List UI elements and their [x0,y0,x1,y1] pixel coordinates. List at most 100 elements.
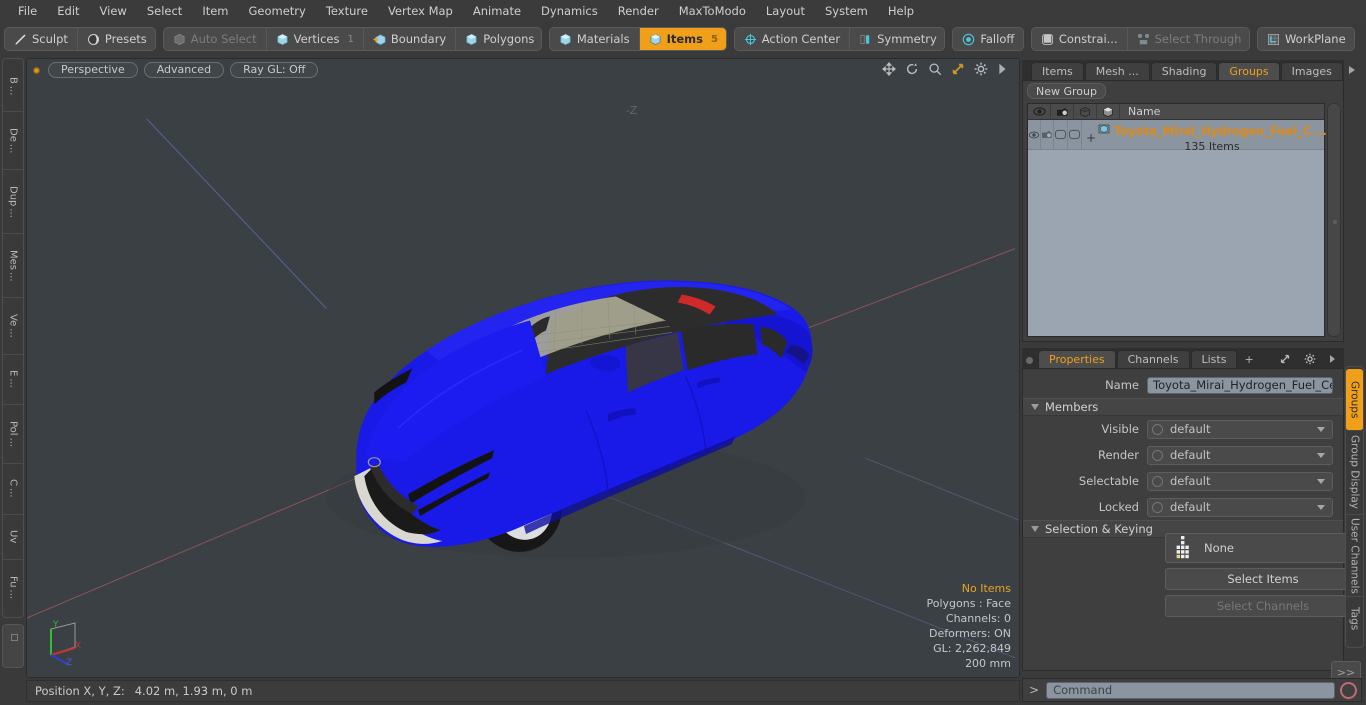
menu-item-animate[interactable]: Animate [463,2,531,20]
fit-icon[interactable] [951,62,965,76]
tab-images[interactable]: Images [1280,62,1343,80]
eye-icon[interactable] [1028,103,1051,120]
left-tab-duplicate[interactable]: Dup ... [3,170,23,235]
cube-shaded-icon[interactable] [1097,103,1120,120]
viewport-raygl-toggle[interactable]: Ray GL: Off [230,62,319,78]
menu-item-vertex-map[interactable]: Vertex Map [378,2,463,20]
row-camera-icon[interactable] [1041,120,1054,149]
zoom-icon[interactable] [928,62,942,76]
table-row[interactable]: + Toyota_Mirai_Hydrogen_Fuel_C ... 135 I… [1028,120,1327,154]
add-properties-tab-button[interactable]: + [1238,350,1259,368]
menu-item-dynamics[interactable]: Dynamics [531,2,608,20]
select-items-button[interactable]: Select Items [1165,568,1361,590]
boundary-button[interactable]: Boundary [364,28,457,50]
row-shaded-toggle[interactable] [1068,120,1082,149]
vertices-label: Vertices [293,32,340,46]
selectable-dropdown[interactable]: default [1147,471,1333,491]
left-tab-basic[interactable]: B ... [3,61,23,112]
menu-item-view[interactable]: View [90,2,137,20]
left-tab-vertex[interactable]: Ve ... [3,298,23,355]
falloff-button[interactable]: Falloff [953,28,1023,50]
select-through-button[interactable]: Select Through [1128,28,1249,50]
menu-item-render[interactable]: Render [608,2,669,20]
sculpt-button[interactable]: Sculpt [5,28,78,50]
cube-outline-icon[interactable] [1074,103,1097,120]
menu-item-edit[interactable]: Edit [47,2,89,20]
right-rail-arrow-icon[interactable] [1349,66,1355,74]
tab-channels[interactable]: Channels [1116,350,1190,368]
symmetry-button[interactable]: Symmetry [850,28,944,50]
viewport-menu-dot[interactable] [33,66,40,74]
presets-button[interactable]: Presets [78,28,155,50]
properties-popout-icon[interactable] [1273,350,1297,368]
gear-icon[interactable] [974,62,988,76]
left-tab-fusion[interactable]: Fu ... [3,560,23,615]
vertices-button[interactable]: Vertices 1 [267,28,364,50]
keying-set-dropdown[interactable]: None [1165,533,1361,563]
rotate-icon[interactable] [905,62,919,76]
viewport-scene[interactable]: -Z [27,59,1019,678]
left-tab-uv[interactable]: Uv [3,515,23,561]
constraint-button[interactable]: Constrai... [1032,28,1128,50]
left-tab-curve[interactable]: C ... [3,464,23,515]
menu-item-maxtomodo[interactable]: MaxToModo [669,2,756,20]
record-icon[interactable] [1340,681,1357,699]
locked-dropdown[interactable]: default [1147,497,1333,517]
menu-item-file[interactable]: File [8,2,47,20]
row-name-cell[interactable]: + Toyota_Mirai_Hydrogen_Fuel_C ... 135 I… [1082,120,1327,154]
menu-item-texture[interactable]: Texture [316,2,378,20]
command-input[interactable]: Command [1046,681,1335,699]
menu-item-geometry[interactable]: Geometry [239,2,316,20]
items-button[interactable]: Items 5 [639,28,726,50]
menu-item-system[interactable]: System [815,2,878,20]
left-tab-deform[interactable]: De ... [3,112,23,170]
materials-button[interactable]: Materials [550,28,640,50]
render-dropdown[interactable]: default [1147,445,1333,465]
camera-icon[interactable] [1051,103,1074,120]
workplane-button[interactable]: WorkPlane [1258,28,1354,50]
right-tab-user-channels[interactable]: User Channels [1346,515,1363,597]
tab-mesh[interactable]: Mesh ... [1084,62,1150,80]
left-tab-edge[interactable]: E ... [3,355,23,405]
visible-dropdown[interactable]: default [1147,419,1333,439]
name-field[interactable]: Toyota_Mirai_Hydrogen_Fuel_Cell_Vel [1147,376,1333,394]
menu-item-item[interactable]: Item [192,2,238,20]
tab-properties[interactable]: Properties [1038,350,1116,368]
select-channels-button[interactable]: Select Channels [1165,595,1361,617]
row-expand-toggle[interactable]: + [1086,131,1096,145]
groups-list[interactable]: Name + Toyota_Mirai_Hydrogen_Fuel_C ... … [1027,103,1327,337]
left-tab-mesh[interactable]: Mes ... [3,234,23,299]
menu-item-select[interactable]: Select [137,2,192,20]
groups-list-scrollbar[interactable] [1327,103,1341,337]
group-item-count: 135 Items [1184,140,1240,153]
menu-item-help[interactable]: Help [878,2,924,20]
properties-gear-icon[interactable] [1298,350,1322,368]
viewport-shading-mode[interactable]: Advanced [143,62,225,78]
viewport[interactable]: -Z Perspective Advanced Ray GL: Off No I… [26,58,1020,678]
action-center-label: Action Center [761,32,841,46]
menu-item-layout[interactable]: Layout [756,2,815,20]
viewport-view-mode[interactable]: Perspective [48,62,138,78]
polygons-button[interactable]: Polygons [456,28,541,50]
tab-shading[interactable]: Shading [1150,62,1218,80]
right-tab-tags[interactable]: Tags [1346,597,1363,641]
row-eye-icon[interactable] [1028,120,1041,149]
move-icon[interactable] [881,61,897,77]
auto-select-button[interactable]: Auto Select [164,28,267,50]
properties-panel-tabbar: Properties Channels Lists + [1022,348,1344,368]
right-tab-group-display[interactable]: Group Display [1346,431,1363,515]
tab-lists[interactable]: Lists [1190,350,1238,368]
new-group-button[interactable]: New Group [1027,83,1106,99]
properties-panel-menu-dot[interactable] [1026,357,1033,364]
left-tool-properties-box[interactable] [2,624,24,668]
left-tab-polygon[interactable]: Pol ... [3,405,23,464]
members-section-header[interactable]: Members [1023,398,1343,416]
tab-groups[interactable]: Groups [1218,62,1280,80]
row-selectable-toggle[interactable] [1054,120,1068,149]
play-arrow-icon[interactable] [997,62,1011,76]
action-center-button[interactable]: Action Center [735,28,851,50]
members-section-label: Members [1045,400,1099,414]
properties-overflow-arrow-icon[interactable] [1323,350,1343,368]
tab-items[interactable]: Items [1031,62,1084,80]
right-tab-groups[interactable]: Groups [1346,369,1363,431]
